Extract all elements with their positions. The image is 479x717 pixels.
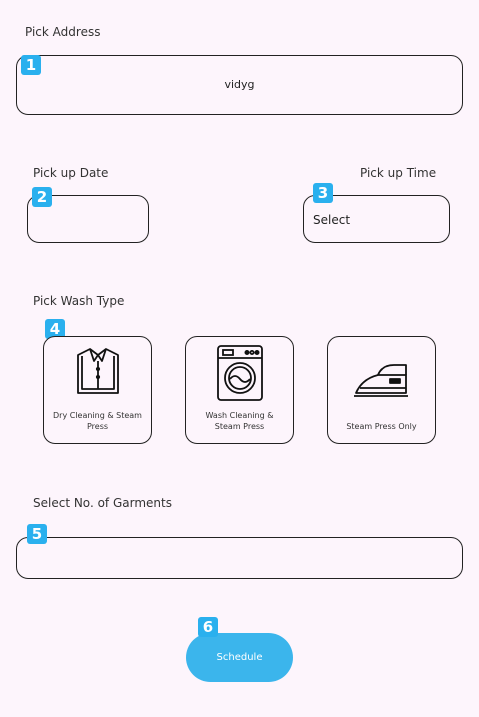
wash-option-label: Dry Cleaning & Steam Press [53,411,142,431]
badge-2: 2 [32,187,52,207]
pick-address-field[interactable]: vidyg [16,55,463,115]
garments-field[interactable] [16,537,463,579]
pick-address-label: Pick Address [25,25,101,39]
garments-label: Select No. of Garments [33,496,172,510]
pick-wash-type-label: Pick Wash Type [33,294,125,308]
wash-option-label: Steam Press Only [346,422,417,431]
iron-icon [353,364,408,397]
wash-option-wash-cleaning[interactable]: Wash Cleaning & Steam Press [185,336,294,444]
wash-option-dry-cleaning[interactable]: Dry Cleaning & Steam Press [43,336,152,444]
pick-address-value: vidyg [224,78,255,91]
wash-option-label: Wash Cleaning & Steam Press [205,411,274,431]
folded-shirt-icon [76,348,119,394]
badge-1: 1 [21,55,41,75]
schedule-button[interactable]: Schedule [186,633,293,682]
pick-up-time-label: Pick up Time [360,166,437,180]
badge-3: 3 [313,183,333,203]
badge-6: 6 [198,617,218,637]
badge-5: 5 [27,524,47,544]
pick-up-date-label: Pick up Date [33,166,109,180]
pick-up-time-value: Select [313,213,351,227]
washing-machine-icon [216,345,263,401]
wash-option-steam-press[interactable]: Steam Press Only [327,336,436,444]
